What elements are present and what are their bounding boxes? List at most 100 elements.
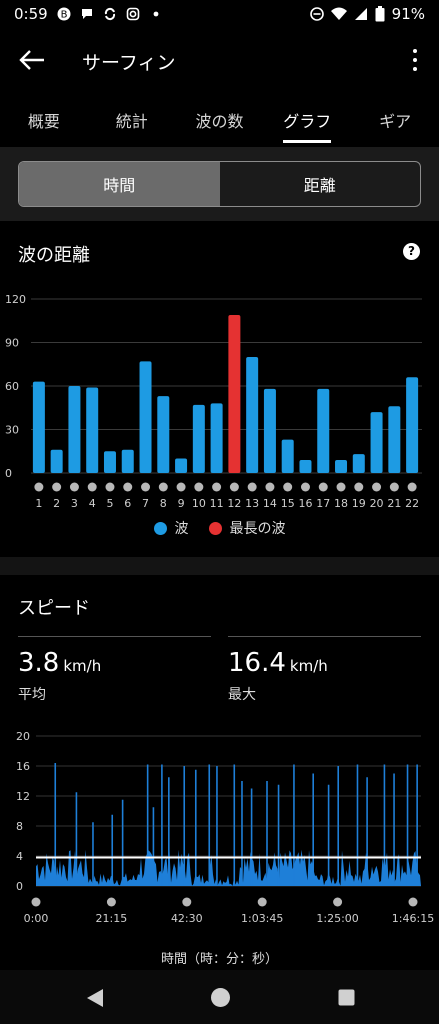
svg-text:B: B	[60, 10, 67, 21]
y-tick-label: 90	[5, 337, 19, 350]
x-marker-dot	[212, 482, 222, 492]
signal-icon	[354, 8, 367, 20]
x-marker-dot	[333, 897, 343, 907]
bar	[335, 459, 348, 473]
help-icon[interactable]: ?	[403, 243, 420, 260]
bar	[68, 386, 81, 473]
x-marker-dot	[265, 482, 275, 492]
x-marker-dot	[106, 897, 116, 907]
x-marker-dot	[407, 482, 417, 492]
max-speed-value: 16.4	[228, 648, 286, 678]
chat-icon	[81, 9, 92, 19]
x-tick-label: 1	[35, 497, 42, 510]
chart-legend: 波 最長の波	[0, 518, 439, 538]
x-tick-label: 13	[245, 497, 259, 510]
system-nav-bar	[0, 970, 439, 1024]
x-marker-dot	[194, 482, 204, 492]
battery-icon	[375, 6, 385, 22]
dnd-icon	[309, 7, 324, 21]
y-tick-label: 4	[16, 850, 23, 863]
wave-distance-chart: 03060901201 2 3 4 5 6 7 8 9 10 11 12 13 14 15 16 17 18 19 2…	[5, 293, 422, 510]
avg-divider	[18, 636, 211, 637]
avg-speed: 3.8 km/h	[18, 648, 101, 678]
bar	[263, 388, 276, 473]
x-tick-label: 12	[227, 497, 241, 510]
x-marker-dot	[408, 897, 418, 907]
bar	[192, 404, 205, 473]
x-tick-label: 8	[160, 497, 167, 510]
toggle-time[interactable]: 時間	[19, 162, 220, 206]
tab-overview[interactable]: 概要	[0, 96, 88, 146]
x-tick-label: 19	[352, 497, 366, 510]
x-marker-dot	[389, 482, 399, 492]
section-divider	[0, 557, 439, 575]
x-tick-label: 6	[124, 497, 131, 510]
bar	[281, 439, 294, 473]
x-marker-dot	[141, 482, 151, 492]
toggle-distance[interactable]: 距離	[220, 162, 421, 206]
x-tick-label: 1:46:15	[392, 912, 434, 925]
bar	[370, 412, 383, 473]
speed-x-axis-label: 時間（時：分：秒）	[160, 952, 278, 967]
x-tick-label: 14	[263, 497, 277, 510]
y-tick-label: 60	[5, 380, 19, 393]
x-tick-label: 3	[71, 497, 78, 510]
x-marker-dot	[247, 482, 257, 492]
bar	[86, 387, 99, 473]
bar	[175, 458, 188, 473]
x-tick-label: 15	[281, 497, 295, 510]
bar	[246, 357, 259, 473]
x-marker-dot	[52, 482, 62, 492]
app-bar: サーフィン	[0, 28, 439, 92]
x-tick-label: 18	[334, 497, 348, 510]
x-tick-label: 16	[298, 497, 312, 510]
time-distance-toggle: 時間 距離	[18, 161, 421, 207]
x-marker-dot	[87, 482, 97, 492]
more-options-icon[interactable]	[405, 46, 425, 74]
x-tick-label: 7	[142, 497, 149, 510]
x-tick-label: 11	[210, 497, 224, 510]
x-marker-dot	[257, 897, 267, 907]
bar	[121, 449, 134, 473]
nav-back-icon[interactable]	[85, 988, 105, 1008]
speed-title: スピード	[18, 598, 90, 619]
sync-icon	[104, 7, 115, 21]
max-speed-label: 最大	[228, 687, 256, 703]
avg-speed-label: 平均	[18, 687, 46, 703]
bar	[210, 403, 223, 473]
bar	[139, 361, 152, 473]
y-tick-label: 120	[5, 293, 26, 306]
y-tick-label: 12	[16, 790, 30, 803]
max-speed: 16.4 km/h	[228, 648, 328, 678]
bar	[317, 388, 330, 473]
back-arrow-icon[interactable]	[18, 48, 46, 72]
nav-recents-icon[interactable]	[338, 989, 355, 1006]
x-tick-label: 0:00	[24, 912, 49, 925]
legend-wave-label: 波	[174, 521, 189, 537]
bar	[406, 377, 419, 473]
avg-speed-unit: km/h	[63, 657, 102, 675]
x-tick-label: 1:25:00	[316, 912, 358, 925]
x-tick-label: 42:30	[171, 912, 203, 925]
page-title: サーフィン	[82, 52, 176, 74]
legend-wave: 波	[153, 518, 189, 538]
x-tick-label: 20	[370, 497, 384, 510]
x-marker-dot	[354, 482, 364, 492]
bar	[228, 314, 241, 473]
x-marker-dot	[31, 897, 41, 907]
x-marker-dot	[182, 897, 192, 907]
tab-graph[interactable]: グラフ	[263, 96, 351, 146]
nav-home-icon[interactable]	[210, 987, 231, 1008]
x-tick-label: 5	[106, 497, 113, 510]
tab-gear[interactable]: ギア	[351, 96, 439, 146]
x-marker-dot	[69, 482, 79, 492]
tab-stats[interactable]: 統計	[88, 96, 176, 146]
x-marker-dot	[300, 482, 310, 492]
y-tick-label: 30	[5, 424, 19, 437]
legend-longest-label: 最長の波	[229, 521, 286, 537]
x-marker-dot	[158, 482, 168, 492]
bar	[352, 454, 365, 473]
tab-bar: 概要 統計 波の数 グラフ ギア	[0, 96, 439, 146]
x-tick-label: 1:03:45	[241, 912, 283, 925]
tab-wave-count[interactable]: 波の数	[176, 96, 264, 146]
